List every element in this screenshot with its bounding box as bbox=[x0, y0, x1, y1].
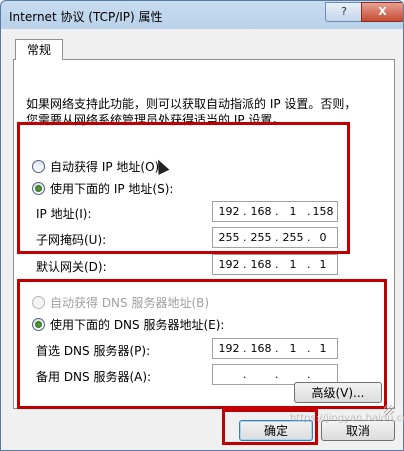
preferred-dns-label: 首选 DNS 服务器(P): bbox=[36, 344, 151, 358]
description-text: 如果网络支持此功能，则可以获取自动指派的 IP 设置。否则， 您需要从网络系统管… bbox=[26, 97, 357, 127]
help-button[interactable]: ? bbox=[325, 2, 363, 22]
radio-manual-dns[interactable] bbox=[32, 318, 45, 331]
manual-ip-label[interactable]: 使用下面的 IP 地址(S): bbox=[50, 180, 173, 197]
resize-grip-icon[interactable] bbox=[384, 405, 394, 415]
default-gateway-field[interactable]: 192. 168. 1. 1 bbox=[212, 254, 338, 275]
window-title: Internet 协议 (TCP/IP) 属性 bbox=[9, 10, 163, 24]
alternate-dns-label: 备用 DNS 服务器(A): bbox=[36, 370, 152, 384]
auto-ip-label[interactable]: 自动获得 IP 地址(O) bbox=[50, 158, 159, 175]
subnet-mask-label: 子网掩码(U): bbox=[36, 233, 107, 247]
radio-manual-ip[interactable] bbox=[32, 182, 45, 195]
preferred-dns-field[interactable]: 192. 168. 1. 1 bbox=[212, 338, 338, 359]
close-button[interactable]: X bbox=[361, 2, 403, 22]
ip-address-field[interactable]: 192. 168. 1. 158 bbox=[212, 201, 338, 222]
radio-auto-ip[interactable] bbox=[32, 160, 45, 173]
dialog-client-area: 常规 如果网络支持此功能，则可以获取自动指派的 IP 设置。否则， 您需要从网络… bbox=[5, 29, 399, 446]
tab-general[interactable]: 常规 bbox=[15, 39, 63, 60]
auto-dns-label: 自动获得 DNS 服务器地址(B) bbox=[50, 296, 210, 310]
subnet-mask-field[interactable]: 255. 255. 255. 0 bbox=[212, 227, 338, 248]
manual-dns-label[interactable]: 使用下面的 DNS 服务器地址(E): bbox=[50, 316, 224, 333]
ip-address-label: IP 地址(I): bbox=[36, 207, 92, 221]
dialog-window: Internet 协议 (TCP/IP) 属性 ? X 常规 如果网络支持此功能… bbox=[0, 0, 404, 451]
default-gateway-label: 默认网关(D): bbox=[36, 260, 107, 274]
title-bar[interactable]: Internet 协议 (TCP/IP) 属性 ? X bbox=[1, 1, 403, 29]
tab-panel-general: 如果网络支持此功能，则可以获取自动指派的 IP 设置。否则， 您需要从网络系统管… bbox=[13, 59, 395, 409]
advanced-button[interactable]: 高级(V)... bbox=[294, 382, 382, 403]
radio-auto-dns bbox=[32, 296, 45, 309]
